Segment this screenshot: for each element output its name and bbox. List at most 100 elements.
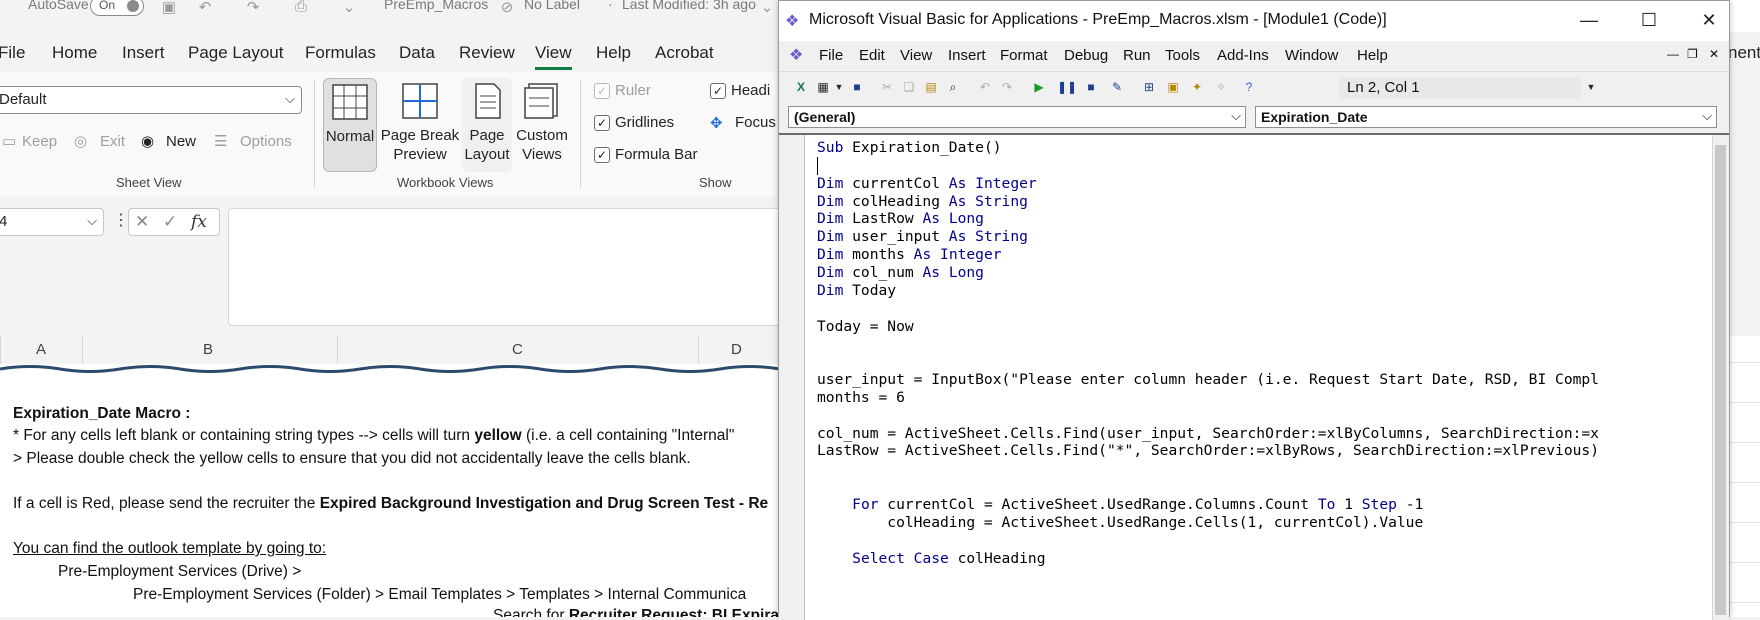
code-line[interactable]: Dim currentCol As Integer [817, 175, 1037, 192]
vba-menu-tools[interactable]: Tools [1165, 47, 1200, 64]
object-combo[interactable]: (General) ⌵ [788, 106, 1246, 128]
headings-checkbox[interactable]: ✓ [710, 83, 726, 99]
reset-icon[interactable]: ■ [1083, 79, 1099, 95]
paste-icon[interactable]: ▤ [923, 79, 939, 95]
save-icon[interactable]: ■ [849, 79, 865, 95]
object-browser-icon[interactable]: ✦ [1189, 79, 1205, 95]
tab-home[interactable]: Home [52, 43, 97, 63]
insert-function-icon[interactable]: fx [191, 212, 207, 232]
code-editor[interactable]: Sub Expiration_Date() Dim currentCol As I… [779, 133, 1729, 620]
vba-menu-file[interactable]: File [819, 47, 843, 64]
customize-qat-icon[interactable]: ⌄ [340, 0, 358, 16]
save-icon[interactable]: ▣ [160, 0, 178, 16]
name-box[interactable]: 4 ⌵ [0, 208, 104, 236]
formula-input[interactable] [228, 208, 788, 326]
cut-icon[interactable]: ✂ [879, 79, 895, 95]
sheet-view-select[interactable]: Default ⌵ [0, 86, 302, 114]
print-icon[interactable]: ⎙ [292, 0, 310, 15]
procedure-combo[interactable]: Expiration_Date ⌵ [1255, 106, 1717, 128]
vba-menu-run[interactable]: Run [1123, 47, 1151, 64]
ruler-checkbox[interactable]: ✓ [594, 83, 610, 99]
worksheet-area[interactable]: Expiration_Date Macro : * For any cells … [0, 364, 780, 617]
maximize-icon[interactable]: ☐ [1639, 10, 1659, 31]
exit-button[interactable]: Exit [100, 133, 125, 150]
code-line[interactable]: Sub Expiration_Date() [817, 139, 1002, 156]
vba-menu-debug[interactable]: Debug [1064, 47, 1108, 64]
column-header-d[interactable]: D [731, 341, 742, 358]
toolbar-options-icon[interactable]: ▼ [1583, 79, 1599, 95]
code-line[interactable]: colHeading = ActiveSheet.UsedRange.Cells… [817, 514, 1423, 531]
keep-button[interactable]: Keep [22, 133, 57, 150]
minimize-icon[interactable]: — [1579, 10, 1599, 31]
scrollbar-thumb[interactable] [1715, 145, 1726, 615]
chevron-down-icon[interactable]: ⌄ [758, 0, 776, 16]
vba-menu-format[interactable]: Format [1000, 47, 1048, 64]
sensitivity-icon[interactable]: ⊘ [498, 0, 516, 16]
options-button[interactable]: Options [240, 133, 292, 150]
custom-views-button[interactable]: Custom Views [514, 78, 570, 172]
code-line[interactable]: Dim months As Integer [817, 246, 1002, 263]
tab-acrobat[interactable]: Acrobat [655, 43, 714, 63]
toolbox-icon[interactable]: ✧ [1213, 79, 1229, 95]
code-line[interactable]: Today = Now [817, 318, 914, 335]
code-line[interactable]: Dim colHeading As String [817, 193, 1028, 210]
help-icon[interactable]: ? [1241, 79, 1257, 95]
tab-file[interactable]: File [0, 43, 25, 63]
tab-insert[interactable]: Insert [122, 43, 165, 63]
code-line[interactable]: Dim col_num As Long [817, 264, 984, 281]
break-icon[interactable]: ❚❚ [1057, 79, 1077, 95]
run-icon[interactable]: ▶ [1031, 79, 1047, 95]
copy-icon[interactable]: ❏ [901, 79, 917, 95]
focus-cell-button[interactable]: Focus [735, 114, 776, 131]
code-margin[interactable] [779, 135, 805, 620]
normal-view-button[interactable]: Normal [323, 78, 377, 172]
insert-userform-icon[interactable]: ▦ [815, 79, 831, 95]
tab-review[interactable]: Review [459, 43, 515, 63]
doc-minimize-icon[interactable]: — [1667, 47, 1679, 61]
code-line[interactable]: For currentCol = ActiveSheet.UsedRange.C… [817, 496, 1423, 513]
column-header-c[interactable]: C [512, 341, 523, 358]
code-line[interactable]: Dim user_input As String [817, 228, 1028, 245]
code-line[interactable]: user_input = InputBox("Please enter colu… [817, 371, 1599, 388]
page-break-preview-button[interactable]: Page Break Preview [380, 78, 460, 172]
code-line[interactable]: col_num = ActiveSheet.Cells.Find(user_in… [817, 425, 1599, 442]
gridlines-checkbox[interactable]: ✓ [594, 115, 610, 131]
vba-menu-view[interactable]: View [900, 47, 932, 64]
redo-icon[interactable]: ↷ [999, 79, 1015, 95]
code-line[interactable]: Dim LastRow As Long [817, 210, 984, 227]
undo-icon[interactable]: ↶ [977, 79, 993, 95]
vba-menu-edit[interactable]: Edit [859, 47, 885, 64]
cancel-icon[interactable]: ✕ [135, 212, 149, 232]
formula-bar-checkbox[interactable]: ✓ [594, 147, 610, 163]
close-icon[interactable]: ✕ [1699, 10, 1719, 31]
design-mode-icon[interactable]: ✎ [1109, 79, 1125, 95]
new-button[interactable]: New [166, 133, 196, 150]
page-layout-button[interactable]: Page Layout [462, 78, 512, 172]
doc-restore-icon[interactable]: ❐ [1687, 47, 1698, 61]
redo-icon[interactable]: ↷ [244, 0, 262, 16]
undo-icon[interactable]: ↶ [196, 0, 214, 16]
tab-help[interactable]: Help [596, 43, 631, 63]
vba-menu-addins[interactable]: Add-Ins [1217, 47, 1269, 64]
tab-view[interactable]: View [535, 43, 572, 70]
find-icon[interactable]: ⌕ [945, 79, 961, 95]
project-explorer-icon[interactable]: ⊞ [1141, 79, 1157, 95]
code-line[interactable]: Dim Today [817, 282, 896, 299]
column-header-b[interactable]: B [203, 341, 213, 358]
last-modified[interactable]: Last Modified: 3h ago [622, 0, 756, 12]
more-options-icon[interactable]: ⋮ [113, 210, 129, 230]
vba-title-bar[interactable]: ❖ Microsoft Visual Basic for Application… [779, 1, 1729, 41]
code-line[interactable]: Select Case colHeading [817, 550, 1045, 567]
sensitivity-label[interactable]: No Label [524, 0, 580, 12]
code-scrollbar[interactable] [1712, 135, 1729, 620]
code-line[interactable]: LastRow = ActiveSheet.Cells.Find("*", Se… [817, 442, 1599, 459]
tab-formulas[interactable]: Formulas [305, 43, 376, 63]
chevron-down-icon[interactable]: ▼ [831, 79, 847, 95]
autosave-toggle[interactable]: On [90, 0, 144, 16]
properties-icon[interactable]: ▣ [1165, 79, 1181, 95]
tab-data[interactable]: Data [399, 43, 435, 63]
vba-menu-insert[interactable]: Insert [948, 47, 986, 64]
enter-icon[interactable]: ✓ [163, 212, 177, 232]
vba-menu-help[interactable]: Help [1357, 47, 1388, 64]
doc-close-icon[interactable]: ✕ [1709, 47, 1719, 61]
